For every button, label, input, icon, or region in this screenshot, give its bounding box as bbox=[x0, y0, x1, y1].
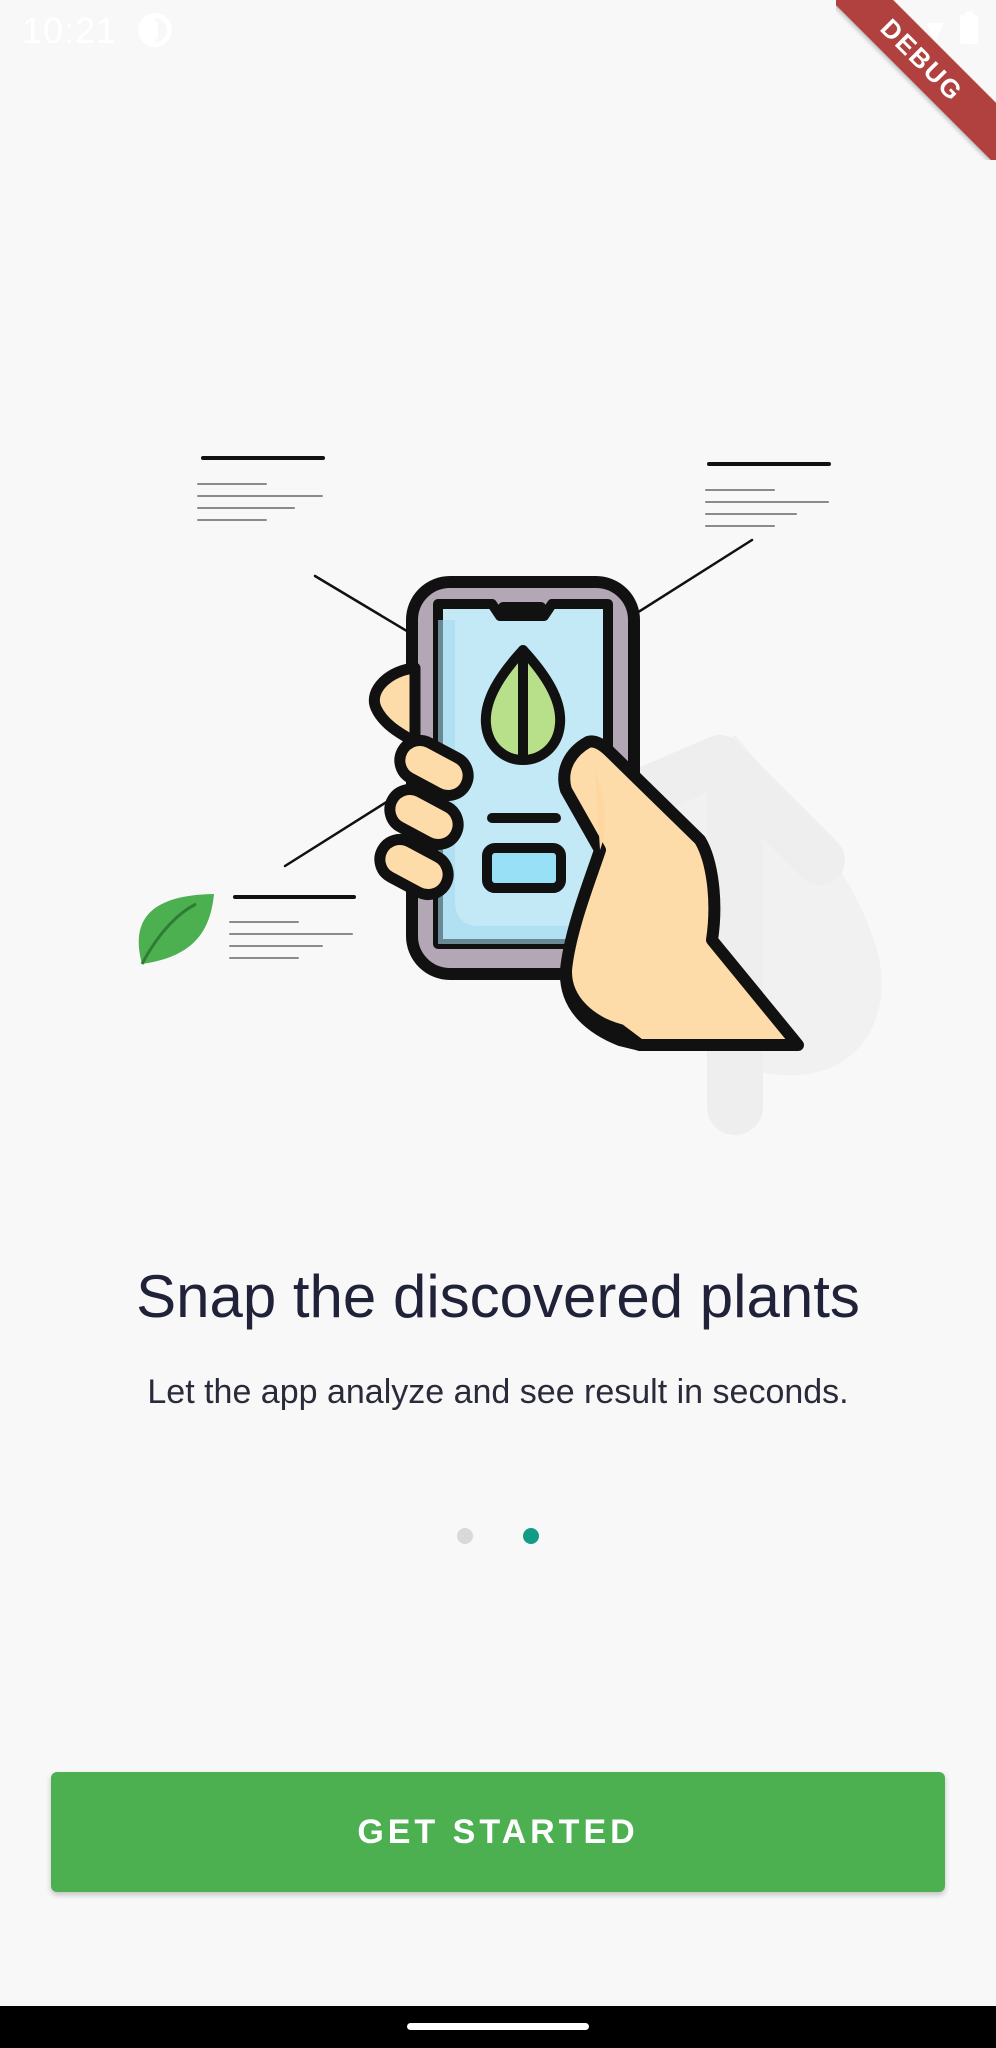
debug-banner: DEBUG bbox=[836, 0, 996, 160]
page-indicator bbox=[0, 1528, 996, 1544]
page-indicator-dot-active[interactable] bbox=[523, 1528, 539, 1544]
phone-in-hand-illustration bbox=[138, 456, 882, 1135]
onboarding-illustration bbox=[0, 420, 996, 1160]
debug-banner-label: DEBUG bbox=[836, 0, 996, 160]
page-subtitle: Let the app analyze and see result in se… bbox=[147, 1373, 849, 1411]
status-time: 10:21 bbox=[22, 10, 118, 51]
app-notification-icon bbox=[137, 12, 173, 53]
leaf-icon bbox=[138, 894, 214, 965]
navigation-bar bbox=[0, 2006, 996, 2048]
get-started-button[interactable]: GET STARTED bbox=[51, 1772, 945, 1892]
page-title: Snap the discovered plants bbox=[136, 1263, 860, 1330]
page-indicator-dot[interactable] bbox=[457, 1528, 473, 1544]
home-handle[interactable] bbox=[407, 2023, 589, 2030]
